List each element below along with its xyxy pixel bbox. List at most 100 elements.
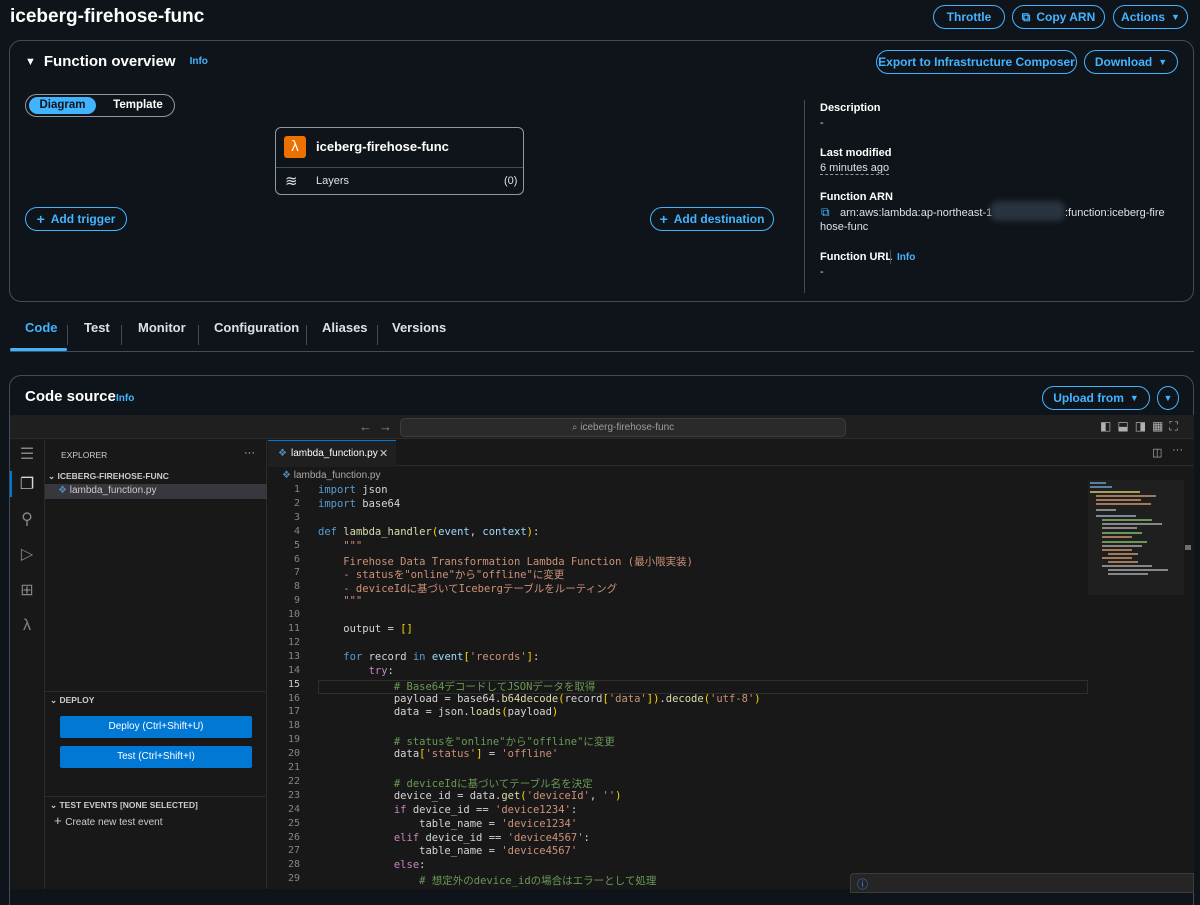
search-icon[interactable]: ⚲: [14, 506, 40, 532]
code-line[interactable]: payload = base64.b64decode(record['data'…: [318, 693, 761, 705]
line-number: 20: [287, 748, 300, 760]
code-line[interactable]: - deviceIdに基づいてIcebergテーブルをルーティング: [318, 581, 617, 596]
deploy-button[interactable]: Deploy (Ctrl+Shift+U): [60, 716, 252, 738]
function-url-info-link[interactable]: Info: [897, 252, 915, 263]
code-line[interactable]: def lambda_handler(event, context):: [318, 526, 539, 538]
layers-count: (0): [504, 175, 518, 187]
toggle-sidebar-icon[interactable]: ◧: [1100, 419, 1117, 433]
code-line[interactable]: elif device_id == 'device4567':: [318, 832, 590, 844]
command-center-search[interactable]: ⌕ iceberg-firehose-func: [400, 418, 846, 437]
code-line[interactable]: # Base64デコードしてJSONデータを取得: [318, 679, 596, 694]
code-line[interactable]: for record in event['records']:: [318, 651, 539, 663]
code-line[interactable]: data['status'] = 'offline': [318, 748, 558, 760]
tab-versions[interactable]: Versions: [392, 320, 446, 350]
tab-configuration[interactable]: Configuration: [214, 320, 299, 350]
copy-arn-button[interactable]: ⧉ Copy ARN: [1012, 5, 1105, 29]
caret-down-icon: ▼: [1158, 57, 1168, 67]
code-line[interactable]: # deviceIdに基づいてテーブル名を決定: [318, 776, 593, 791]
arn-redacted-account: [990, 201, 1065, 221]
tab-code[interactable]: Code: [25, 320, 58, 350]
tab-aliases[interactable]: Aliases: [322, 320, 368, 350]
code-line[interactable]: Firehose Data Transformation Lambda Func…: [318, 554, 693, 569]
upload-from-button[interactable]: Upload from ▼: [1042, 386, 1150, 410]
line-number: 24: [287, 803, 300, 815]
code-line[interactable]: if device_id == 'device1234':: [318, 804, 577, 816]
editor-tab-bar: [268, 440, 1194, 466]
test-button[interactable]: Test (Ctrl+Shift+I): [60, 746, 252, 768]
deploy-header[interactable]: ⌄ DEPLOY: [50, 695, 94, 706]
add-destination-button[interactable]: + Add destination: [650, 207, 774, 231]
copy-arn-icon[interactable]: ⧉: [821, 205, 830, 220]
code-line[interactable]: """: [318, 540, 362, 552]
line-number: 18: [287, 720, 300, 732]
tab-monitor[interactable]: Monitor: [138, 320, 186, 350]
line-number: 16: [287, 692, 300, 704]
code-line[interactable]: # statusを"online"から"offline"に変更: [318, 734, 615, 749]
split-editor-icon[interactable]: ◫: [1152, 446, 1162, 459]
python-file-icon: ❖: [58, 485, 70, 496]
download-button[interactable]: Download ▼: [1084, 50, 1178, 74]
create-test-event[interactable]: + Create new test event: [54, 813, 163, 828]
code-line[interactable]: table_name = 'device1234': [318, 818, 577, 830]
overview-header[interactable]: ▼ Function overview Info: [25, 53, 208, 70]
toggle-secondary-icon[interactable]: ◨: [1135, 419, 1152, 433]
folder-header[interactable]: ⌄ ICEBERG-FIREHOSE-FUNC: [48, 471, 169, 482]
add-trigger-button[interactable]: + Add trigger: [25, 207, 127, 231]
code-line[interactable]: table_name = 'device4567': [318, 845, 577, 857]
customize-layout-icon[interactable]: ▦: [1152, 419, 1169, 433]
function-card[interactable]: λ iceberg-firehose-func ≋ Layers (0): [275, 127, 524, 195]
extensions-icon[interactable]: ⊞: [14, 577, 40, 603]
template-toggle[interactable]: Template: [108, 97, 168, 114]
run-debug-icon[interactable]: ▷: [14, 541, 40, 567]
code-line[interactable]: device_id = data.get('deviceId', ''): [318, 790, 622, 802]
lambda-icon[interactable]: λ: [14, 613, 40, 639]
function-url-value: -: [820, 266, 824, 278]
back-arrow-icon[interactable]: ←: [359, 419, 372, 434]
code-line[interactable]: else:: [318, 859, 426, 871]
overview-divider: [804, 100, 805, 293]
diagram-toggle[interactable]: Diagram: [29, 97, 96, 114]
more-actions-icon[interactable]: ···: [244, 447, 255, 459]
notification-toast[interactable]: ⓘ: [850, 873, 1194, 893]
tab-test[interactable]: Test: [84, 320, 110, 350]
toggle-panel-icon[interactable]: ⬓: [1117, 419, 1134, 433]
tabs-baseline: [10, 351, 1194, 352]
code-line[interactable]: try:: [318, 665, 394, 677]
command-center-label: iceberg-firehose-func: [580, 422, 675, 433]
code-line[interactable]: data = json.loads(payload): [318, 706, 558, 718]
collapse-icon[interactable]: ▼: [25, 56, 36, 68]
close-icon[interactable]: ✕: [379, 447, 388, 460]
layout-controls[interactable]: ◧⬓◨▦⛶: [1100, 419, 1184, 434]
code-line[interactable]: # 想定外のdevice_idの場合はエラーとして処理: [318, 873, 656, 888]
minimap-slider[interactable]: [1088, 480, 1184, 595]
tab-separator: [198, 325, 199, 345]
overview-title: Function overview: [43, 53, 176, 70]
code-line[interactable]: output = []: [318, 623, 413, 635]
test-events-header[interactable]: ⌄ TEST EVENTS [NONE SELECTED]: [50, 800, 198, 811]
forward-arrow-icon[interactable]: →: [379, 419, 392, 434]
test-events-title: TEST EVENTS [NONE SELECTED]: [59, 800, 198, 810]
breadcrumb[interactable]: ❖ lambda_function.py: [282, 470, 380, 481]
menu-icon[interactable]: ☰: [14, 441, 40, 467]
export-composer-button[interactable]: Export to Infrastructure Composer: [876, 50, 1077, 74]
scrollbar-thumb[interactable]: [1185, 545, 1191, 550]
code-line[interactable]: - statusを"online"から"offline"に変更: [318, 567, 564, 582]
line-number: 11: [287, 623, 300, 634]
line-number: 26: [287, 831, 300, 843]
overview-info-link[interactable]: Info: [190, 56, 208, 67]
fullscreen-icon[interactable]: ⛶: [1169, 419, 1183, 433]
code-source-info-link[interactable]: Info: [116, 393, 134, 404]
code-line[interactable]: """: [318, 595, 362, 607]
editor-tab-active[interactable]: ❖ lambda_function.py ✕: [268, 440, 396, 467]
url-label-separator: [890, 250, 891, 264]
line-number: 21: [287, 762, 300, 773]
code-source-expand-button[interactable]: ▼: [1157, 386, 1179, 410]
code-line[interactable]: import base64: [318, 498, 400, 510]
files-icon[interactable]: ❐: [14, 471, 40, 497]
code-line[interactable]: import json: [318, 484, 388, 496]
explorer-file[interactable]: ❖ lambda_function.py: [58, 485, 156, 496]
actions-button[interactable]: Actions ▼: [1113, 5, 1188, 29]
throttle-button[interactable]: Throttle: [933, 5, 1005, 29]
editor-more-icon[interactable]: ···: [1172, 444, 1183, 456]
arn-value-part1: arn:aws:lambda:ap-northeast-1: [840, 207, 993, 219]
